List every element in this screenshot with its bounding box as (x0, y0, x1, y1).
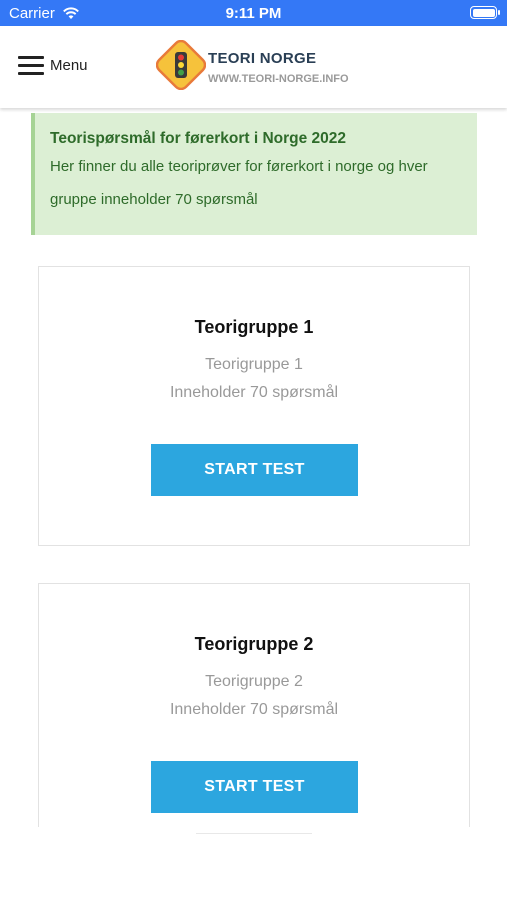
hamburger-icon (18, 56, 44, 75)
battery-level-fill (472, 8, 495, 17)
logo-title: TEORI NORGE (208, 50, 317, 67)
notice-text: Her finner du alle teoriprøver for fører… (50, 158, 428, 208)
battery-icon (470, 6, 500, 19)
app-header: Menu TEORI NORGE WWW.TEORI-NORGE.INFO (0, 26, 507, 108)
card-title: Teorigruppe 1 (194, 317, 314, 337)
logo-url: WWW.TEORI-NORGE.INFO (208, 73, 349, 85)
card-subtitle: Teorigruppe 1 (205, 356, 303, 373)
test-card: Teorigruppe 1 Teorigruppe 1 Inneholder 7… (38, 266, 470, 546)
traffic-light-icon (156, 40, 206, 90)
test-card: Teorigruppe 2 Teorigruppe 2 Inneholder 7… (38, 583, 470, 827)
card-question-count: Inneholder 70 spørsmål (169, 701, 339, 718)
card-question-count: Inneholder 70 spørsmål (169, 384, 339, 401)
start-test-button[interactable]: START TEST (151, 444, 358, 496)
card-title: Teorigruppe 2 (194, 634, 314, 654)
menu-label: Menu (50, 57, 88, 74)
notice-title: Teorispørsmål for førerkort i Norge 2022 (50, 130, 347, 147)
site-logo[interactable]: TEORI NORGE WWW.TEORI-NORGE.INFO (156, 40, 349, 90)
menu-button[interactable]: Menu (18, 56, 88, 75)
status-bar: Carrier 9:11 PM (0, 0, 507, 26)
divider (196, 833, 312, 834)
clock-time: 9:11 PM (225, 5, 282, 22)
card-subtitle: Teorigruppe 2 (205, 673, 303, 690)
start-test-button[interactable]: START TEST (151, 761, 358, 813)
info-notice: Teorispørsmål for førerkort i Norge 2022… (31, 113, 477, 235)
